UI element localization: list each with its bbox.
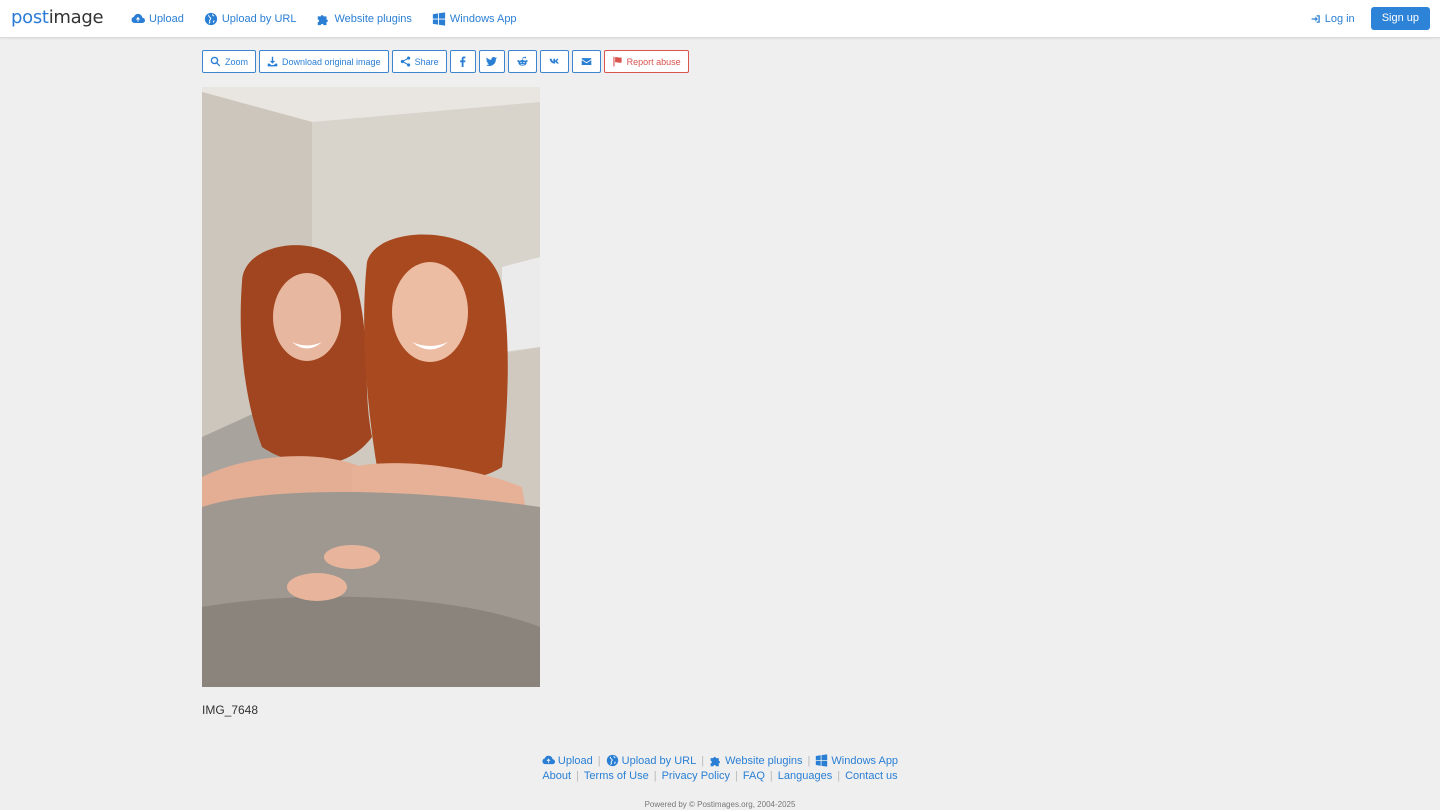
share-label: Share: [414, 56, 439, 67]
photo-illustration: [202, 87, 540, 687]
nav-upload-label: Upload: [149, 12, 184, 25]
windows-icon: [432, 11, 446, 26]
footer-upload-link[interactable]: Upload: [542, 754, 593, 767]
nav-windows-app-link[interactable]: Windows App: [432, 11, 517, 26]
nav-website-plugins-label: Website plugins: [334, 12, 412, 25]
uploaded-photo[interactable]: [202, 87, 540, 687]
separator: |: [653, 770, 657, 782]
windows-icon: [816, 754, 828, 767]
email-icon: [581, 58, 591, 65]
globe-icon: [204, 12, 217, 25]
globe-icon: [606, 754, 618, 767]
download-original-button[interactable]: Download original image: [259, 50, 389, 73]
footer-secondary-links: About | Terms of Use | Privacy Policy | …: [0, 770, 1440, 782]
separator: |: [597, 754, 601, 767]
footer-primary-links: Upload | Upload by URL | Website plugins…: [0, 754, 1440, 767]
separator: |: [837, 770, 841, 782]
image-toolbar: Zoom Download original image Share Repor…: [202, 50, 689, 73]
reddit-icon: [516, 56, 528, 66]
separator: |: [807, 754, 811, 767]
search-icon: [210, 56, 221, 67]
footer-contact-link[interactable]: Contact us: [845, 770, 898, 782]
powered-by-text: Powered by © Postimages.org, 2004-2025: [644, 800, 796, 809]
facebook-share-button[interactable]: [449, 50, 476, 73]
footer-terms-link[interactable]: Terms of Use: [584, 770, 649, 782]
sign-in-icon: [1311, 14, 1320, 23]
nav-website-plugins-link[interactable]: Website plugins: [316, 12, 412, 26]
download-icon: [267, 56, 278, 67]
separator: |: [769, 770, 773, 782]
cloud-upload-icon: [542, 755, 555, 765]
footer-privacy-link[interactable]: Privacy Policy: [662, 770, 730, 782]
facebook-icon: [460, 56, 466, 67]
footer-about-link[interactable]: About: [542, 770, 571, 782]
puzzle-icon: [710, 756, 721, 767]
zoom-label: Zoom: [225, 56, 249, 67]
vk-icon: [549, 58, 559, 64]
separator: |: [576, 770, 579, 782]
log-in-label: Log in: [1324, 12, 1355, 25]
nav-windows-app-label: Windows App: [449, 12, 517, 25]
email-share-button[interactable]: [571, 50, 601, 73]
share-button[interactable]: Share: [391, 50, 447, 73]
footer-upload-by-url-link[interactable]: Upload by URL: [606, 754, 696, 767]
vk-share-button[interactable]: [539, 50, 569, 73]
nav-upload-by-url-link[interactable]: Upload by URL: [204, 12, 297, 26]
nav-links: Upload Upload by URL Website plugins Win…: [131, 0, 537, 37]
share-icon: [400, 56, 410, 67]
download-label: Download original image: [282, 56, 381, 67]
twitter-share-button[interactable]: [478, 50, 505, 73]
nav-account: Log in Sign up: [1311, 0, 1430, 37]
footer-languages-link[interactable]: Languages: [778, 770, 832, 782]
image-filename: IMG_7648: [202, 703, 259, 717]
postimage-logo[interactable]: postimage: [11, 6, 104, 30]
separator: |: [735, 770, 738, 782]
nav-upload-by-url-label: Upload by URL: [221, 12, 297, 25]
report-abuse-button[interactable]: Report abuse: [603, 50, 689, 73]
flag-icon: [612, 56, 622, 67]
nav-upload-link[interactable]: Upload: [131, 12, 184, 26]
footer-faq-link[interactable]: FAQ: [743, 770, 765, 782]
report-abuse-label: Report abuse: [626, 56, 681, 67]
footer-website-plugins-link[interactable]: Website plugins: [709, 754, 803, 767]
reddit-share-button[interactable]: [507, 50, 537, 73]
separator: |: [701, 754, 705, 767]
zoom-button[interactable]: Zoom: [202, 50, 257, 73]
log-in-link[interactable]: Log in: [1311, 13, 1355, 25]
cloud-upload-icon: [131, 13, 145, 23]
puzzle-icon: [318, 14, 329, 25]
footer-windows-app-link[interactable]: Windows App: [815, 754, 898, 767]
twitter-icon: [486, 57, 498, 66]
top-navbar: postimage Upload Upload by URL Website p…: [0, 0, 1440, 38]
sign-up-button[interactable]: Sign up: [1370, 7, 1430, 30]
